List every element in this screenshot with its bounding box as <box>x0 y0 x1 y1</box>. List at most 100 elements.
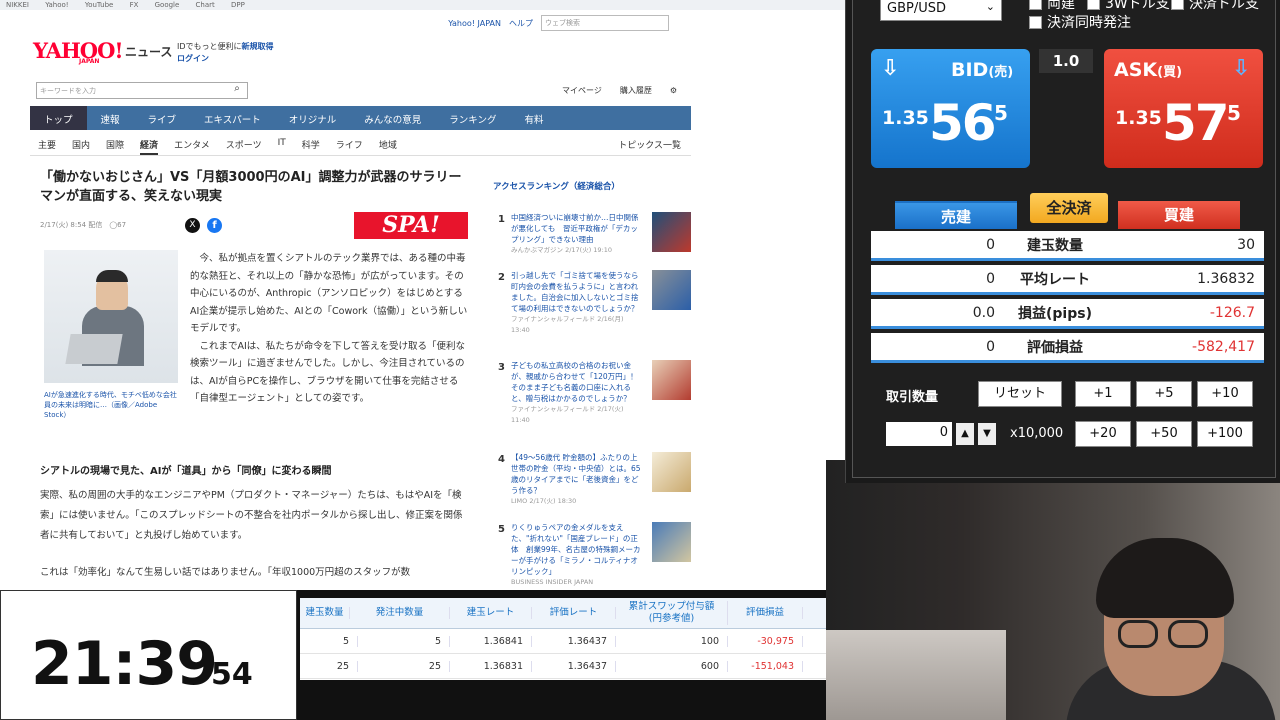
reset-button[interactable]: リセット <box>978 381 1062 407</box>
help-link[interactable]: ヘルプ <box>509 18 533 29</box>
gear-icon[interactable]: ⚙ <box>670 86 677 95</box>
col-position-qty[interactable]: 建玉数量 <box>300 607 350 619</box>
publisher-logo[interactable]: SPA! <box>354 212 468 239</box>
spread-value: 1.0 <box>1039 49 1093 73</box>
nav-ranking[interactable]: ランキング <box>435 106 510 130</box>
login-link[interactable]: ログイン <box>177 54 209 63</box>
browser-tab[interactable]: Chart <box>196 1 215 9</box>
plus-1-button[interactable]: +1 <box>1075 381 1131 407</box>
browser-tab[interactable]: YouTube <box>85 1 113 9</box>
checkbox-box[interactable] <box>1029 15 1042 29</box>
col-order-qty[interactable]: 発注中数量 <box>350 607 450 619</box>
cat-it[interactable]: IT <box>278 134 286 155</box>
webcam-glasses-right <box>1168 620 1208 648</box>
nav-original[interactable]: オリジナル <box>275 106 351 130</box>
nav-paid[interactable]: 有料 <box>511 106 558 130</box>
yahoo-logo[interactable]: YAHOO! JAPAN <box>33 38 124 65</box>
rank-text: 引っ越し先で「ゴミ捨て場を使うなら町内会の会費を払うように」と言われました。自治… <box>511 271 639 313</box>
cat-domestic[interactable]: 国内 <box>72 134 90 155</box>
rank-number: 3 <box>498 362 505 373</box>
cat-region[interactable]: 地域 <box>379 134 397 155</box>
browser-tab-strip: NIKKEI Yahoo! YouTube FX Google Chart DP… <box>0 0 845 10</box>
browser-tab[interactable]: Yahoo! <box>45 1 68 9</box>
lot-label: 取引数量 <box>886 390 939 405</box>
webcam-bed <box>826 630 1006 720</box>
cat-economy[interactable]: 経済 <box>140 134 159 155</box>
browser-tab[interactable]: NIKKEI <box>6 1 29 9</box>
tab-sell-positions[interactable]: 売建 <box>895 201 1017 229</box>
summary-buy: -582,417 <box>1192 338 1255 355</box>
plus-100-button[interactable]: +100 <box>1197 421 1253 447</box>
ranking-item[interactable]: 3 子どもの私立高校の合格のお祝い金が、親戚から合わせて「120万円」！ そのま… <box>493 360 691 440</box>
cell: 1.36437 <box>532 660 616 672</box>
cat-science[interactable]: 科学 <box>302 134 320 155</box>
ranking-item[interactable]: 5 りくりゅうペアの金メダルを支えた、"折れない"「国産ブレード」の正体 創業9… <box>493 522 691 590</box>
clock-hours-minutes: 21:39 <box>31 629 218 699</box>
bid-sell-button[interactable]: ⇩ BID(売) 1.35 56 5 <box>871 49 1030 168</box>
rank-thumbnail <box>652 522 691 562</box>
browser-tab[interactable]: DPP <box>231 1 245 9</box>
table-row[interactable]: 5 5 1.36841 1.36437 100 -30,975 <box>300 629 833 654</box>
plus-10-button[interactable]: +10 <box>1197 381 1253 407</box>
yahoo-home-link[interactable]: Yahoo! JAPAN <box>448 19 501 28</box>
cell: 1.36841 <box>450 635 532 647</box>
checkbox-box[interactable] <box>1029 0 1042 10</box>
ask-price-pip: 5 <box>1227 101 1241 125</box>
browser-tab[interactable]: FX <box>130 1 139 9</box>
nav-expert[interactable]: エキスパート <box>190 106 275 130</box>
keyword-search-input[interactable]: キーワードを入力 <box>36 82 248 99</box>
ranking-item[interactable]: 4 【49～56歳代 貯金額の】ふたりの上世帯の貯金（平均・中央値）とは。65歳… <box>493 452 691 532</box>
category-nav: 主要 国内 国際 経済 エンタメ スポーツ IT 科学 ライフ 地域 トピックス… <box>30 134 691 156</box>
cat-life[interactable]: ライフ <box>336 134 363 155</box>
rank-number: 1 <box>498 214 505 225</box>
promo-text: IDでもっと便利に <box>177 42 242 51</box>
article-image[interactable] <box>44 250 178 383</box>
facebook-share-icon[interactable]: f <box>207 218 222 233</box>
checkbox-box[interactable] <box>1171 0 1184 10</box>
tab-buy-positions[interactable]: 買建 <box>1118 201 1240 229</box>
plus-50-button[interactable]: +50 <box>1136 421 1192 447</box>
cat-main[interactable]: 主要 <box>38 134 56 155</box>
increment-icon[interactable]: ▲ <box>956 423 974 445</box>
nav-opinion[interactable]: みんなの意見 <box>350 106 435 130</box>
article-body: 今、私が拠点を置くシアトルのテック業界では、ある種の中毒的な熱狂と、それ以上の「… <box>190 253 468 404</box>
rank-number: 5 <box>498 524 505 535</box>
plus-20-button[interactable]: +20 <box>1075 421 1131 447</box>
currency-pair-select[interactable]: GBP/USD ⌄ <box>880 0 1002 21</box>
nav-live[interactable]: ライブ <box>134 106 191 130</box>
nav-flash[interactable]: 速報 <box>87 106 134 130</box>
signup-link[interactable]: 新規取得 <box>242 42 274 51</box>
purchase-history-link[interactable]: 購入履歴 <box>620 85 652 96</box>
col-entry-rate[interactable]: 建玉レート <box>450 607 532 619</box>
ask-buy-button[interactable]: ASK(買) ⇩ 1.35 57 5 <box>1104 49 1263 168</box>
article-body-3: これは「効率化」なんて生易しい話ではありません。「年収1000万円超のスタッフが… <box>40 567 411 578</box>
col-swap[interactable]: 累計スワップ付与額 (円参考値) <box>616 601 728 625</box>
x-share-icon[interactable]: X <box>185 218 200 233</box>
plus-5-button[interactable]: +5 <box>1136 381 1192 407</box>
nav-top[interactable]: トップ <box>30 106 87 130</box>
cat-sports[interactable]: スポーツ <box>226 134 262 155</box>
checkbox-box[interactable] <box>1087 0 1100 10</box>
summary-label: 平均レート <box>1020 271 1090 288</box>
col-mark-rate[interactable]: 評価レート <box>532 607 616 619</box>
checkbox-oco[interactable]: 決済同時発注 <box>1029 12 1131 32</box>
topics-list-link[interactable]: トピックス一覧 <box>618 134 681 155</box>
close-all-button[interactable]: 全決済 <box>1030 193 1108 223</box>
decrement-icon[interactable]: ▼ <box>978 423 996 445</box>
ranking-item[interactable]: 2 引っ越し先で「ゴミ捨て場を使うなら町内会の会費を払うように」と言われました。… <box>493 270 691 350</box>
rank-text: 子どもの私立高校の合格のお祝い金が、親戚から合わせて「120万円」！ そのまま子… <box>511 361 638 403</box>
search-icon[interactable]: ⌕ <box>227 83 247 98</box>
cat-entertainment[interactable]: エンタメ <box>174 134 210 155</box>
rank-thumbnail <box>652 212 691 252</box>
web-search-input[interactable]: ウェブ検索 <box>541 15 669 31</box>
mypage-link[interactable]: マイページ <box>562 85 602 96</box>
checkbox-settle[interactable]: 決済ドル支 <box>1171 0 1259 13</box>
ask-label: ASK(買) <box>1114 59 1182 81</box>
webcam-feed <box>826 460 1280 720</box>
cat-world[interactable]: 国際 <box>106 134 124 155</box>
col-pnl[interactable]: 評価損益 <box>728 607 803 619</box>
table-row[interactable]: 25 25 1.36831 1.36437 600 -151,043 <box>300 654 833 679</box>
access-ranking: アクセスランキング（経済総合） 1 中国経済ついに崩壊寸前か…日中関係が悪化して… <box>490 158 691 590</box>
quantity-input[interactable]: 0 <box>886 422 952 446</box>
browser-tab[interactable]: Google <box>155 1 180 9</box>
